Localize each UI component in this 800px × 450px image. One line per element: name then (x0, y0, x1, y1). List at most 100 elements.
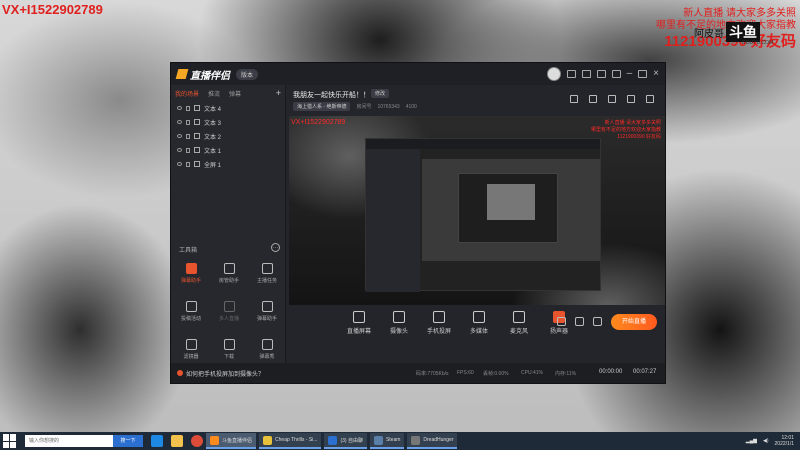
task-steam[interactable]: Steam (369, 433, 405, 449)
record-icon[interactable] (608, 95, 616, 103)
video-icon[interactable] (557, 317, 566, 326)
toolbox-title: 工具箱 (179, 248, 198, 254)
task-music[interactable]: Cheap Thrills - Si... (259, 433, 322, 449)
source-item[interactable]: 文本 3 (171, 115, 285, 129)
system-tray: ▂▄▆ ◀) 12:01 2022/1/1 (746, 432, 794, 450)
tool-download[interactable]: 下载 (211, 339, 247, 360)
fans-count: 4100 (405, 103, 417, 110)
source-label: 文本 3 (204, 120, 222, 127)
tab-danmu[interactable]: 弹幕 (229, 89, 241, 98)
chrome-icon[interactable] (191, 435, 203, 447)
screen-capture-button[interactable]: 直播屏幕 (339, 311, 379, 335)
tool-filter[interactable]: 滤镜器 (173, 339, 209, 360)
visibility-icon[interactable] (177, 148, 182, 152)
filter-icon (185, 339, 197, 350)
preview-overlay-contact: VX+I1522902789 (291, 119, 346, 126)
visibility-icon[interactable] (177, 106, 182, 110)
room-id: 10765343 (377, 103, 400, 110)
visibility-icon[interactable] (177, 162, 182, 166)
stream-preview[interactable]: VX+I1522902789 新人直播 请大家多多关照 哪里有不足的地方欢迎大家… (289, 116, 665, 328)
task-icon (261, 263, 273, 274)
phone-cast-button[interactable]: 手机投屏 (419, 311, 459, 335)
steam-icon (373, 435, 383, 445)
bell-icon[interactable] (627, 95, 635, 103)
visibility-icon[interactable] (177, 120, 182, 124)
streaming-app-window: 直播伴侣 版本 – × 我的场景 推流 弹幕 + 文本 4 文本 3 文本 2 … (170, 62, 666, 384)
help-tip[interactable]: 如何把手机投屏加到摄像头？ (177, 369, 264, 378)
text-source-icon (194, 147, 200, 153)
text-source-icon (194, 105, 200, 111)
tool-danmu-helper[interactable]: 弹幕助手 (173, 263, 209, 284)
source-item[interactable]: 全屏 1 (171, 157, 285, 171)
lock-icon[interactable] (186, 119, 190, 125)
camera-icon (393, 311, 405, 323)
windows-taskbar: 输入你想搜的 搜一下 斗鱼直播伴侣 Cheap Thrills - Si... … (0, 432, 800, 450)
stat-cpu: CPU:41% (521, 370, 543, 376)
record-timer: 00:00:00 (599, 369, 623, 375)
source-item[interactable]: 文本 4 (171, 101, 285, 115)
toolbox-more-icon[interactable]: … (271, 243, 280, 252)
skin-icon[interactable] (596, 70, 606, 78)
lock-icon[interactable] (186, 147, 190, 153)
tool-submit[interactable]: 投稿活动 (173, 301, 209, 322)
app-logo-icon (175, 69, 189, 79)
lock-icon[interactable] (186, 133, 190, 139)
message-icon[interactable] (566, 70, 576, 78)
lock-icon[interactable] (589, 95, 597, 103)
windows-start-icon[interactable] (3, 434, 17, 448)
menu-icon[interactable] (611, 70, 621, 78)
tab-stream[interactable]: 推流 (208, 89, 220, 98)
volume-icon[interactable]: ◀) (763, 438, 769, 444)
network-icon[interactable]: ▂▄▆ (746, 438, 757, 444)
taskbar-search-button[interactable]: 搜一下 (113, 435, 143, 447)
tool-danmu-show[interactable]: 弹幕秀 (249, 339, 285, 360)
tool-danmu-helper-2[interactable]: 弹幕助手 (249, 301, 285, 322)
task-dreadhunger[interactable]: DreadHunger (407, 433, 458, 449)
settings-icon[interactable] (593, 317, 602, 326)
monitor-icon (353, 311, 365, 323)
close-icon[interactable]: × (653, 69, 659, 79)
source-label: 文本 1 (204, 148, 222, 155)
category-selector[interactable]: 海上猎人系 - 绝斯帝德 (293, 102, 351, 111)
stat-fps: FPS:60 (457, 370, 474, 376)
window-controls: – × (546, 63, 659, 85)
app-logo: 直播伴侣 (175, 67, 230, 82)
taskbar-clock[interactable]: 12:01 2022/1/1 (775, 435, 794, 447)
tab-scenes[interactable]: 我的场景 (175, 89, 199, 98)
add-scene-button[interactable]: + (276, 88, 281, 98)
danmu-icon (185, 263, 197, 274)
microphone-button[interactable]: 麦克风 (499, 311, 539, 335)
task-douyu[interactable]: 斗鱼直播伴侣 (206, 433, 257, 449)
tool-room-admin[interactable]: 房管助手 (211, 263, 247, 284)
playback-icon[interactable] (575, 317, 584, 326)
tool-multi-live[interactable]: 多人直播 (211, 301, 247, 322)
user-avatar[interactable] (546, 67, 561, 81)
media-button[interactable]: 多媒体 (459, 311, 499, 335)
settings-icon[interactable] (581, 70, 591, 78)
version-badge[interactable]: 版本 (236, 68, 259, 80)
lock-icon[interactable] (186, 161, 190, 167)
maximize-icon[interactable] (638, 70, 648, 78)
camera-button[interactable]: 摄像头 (379, 311, 419, 335)
screenshot-icon[interactable] (570, 95, 578, 103)
brand-name: 阿皮哥 (694, 29, 724, 40)
visibility-icon[interactable] (177, 134, 182, 138)
source-item[interactable]: 文本 2 (171, 129, 285, 143)
live-timer: 00:07:27 (633, 369, 657, 375)
start-live-button[interactable]: 开始直播 (611, 314, 657, 330)
ie-icon[interactable] (151, 435, 163, 447)
tool-anchor-tasks[interactable]: 主播任务 (249, 263, 285, 284)
download-icon (223, 339, 235, 350)
file-explorer-icon[interactable] (171, 435, 183, 447)
lock-icon[interactable] (186, 105, 190, 111)
music-icon (263, 435, 273, 445)
edit-title-button[interactable]: 修改 (371, 89, 390, 98)
source-item[interactable]: 文本 1 (171, 143, 285, 157)
minimize-icon[interactable]: – (627, 69, 633, 79)
taskbar-search-input[interactable]: 输入你想搜的 (25, 435, 113, 447)
chat-icon (328, 435, 338, 445)
app-titlebar: 直播伴侣 版本 – × (171, 63, 665, 85)
scene-tabs: 我的场景 推流 弹幕 + (171, 85, 285, 101)
task-chat[interactable]: (3) 自由聊 (324, 433, 367, 449)
share-icon[interactable] (646, 95, 654, 103)
